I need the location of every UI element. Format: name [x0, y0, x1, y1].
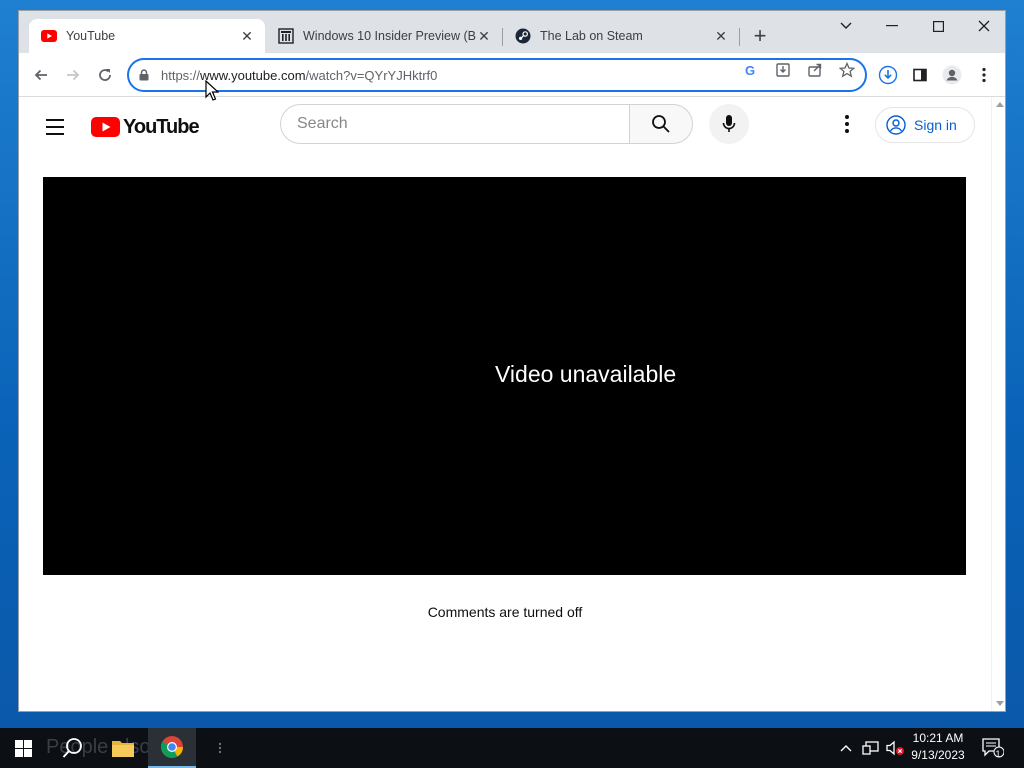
youtube-logo-text: YouTube	[123, 115, 200, 138]
comments-status: Comments are turned off	[427, 604, 583, 620]
notification-count: 1	[995, 749, 1001, 759]
close-window-button[interactable]	[961, 11, 1005, 41]
bookmark-star-icon[interactable]	[837, 60, 857, 80]
browser-toolbar: https://www.youtube.com/watch?v=QYrYJHkt…	[19, 53, 1005, 97]
archive-icon	[278, 28, 294, 44]
maximize-icon	[932, 20, 944, 32]
tab-separator	[739, 28, 740, 46]
tab-windows-insider[interactable]: Windows 10 Insider Preview (Bui ✕	[266, 19, 502, 53]
youtube-logo[interactable]: YouTube	[91, 115, 200, 139]
youtube-icon	[41, 28, 57, 44]
tab-steam[interactable]: The Lab on Steam ✕	[503, 19, 739, 53]
chrome-icon	[161, 736, 183, 758]
start-button[interactable]	[0, 728, 46, 768]
scroll-down-icon	[996, 701, 1004, 706]
close-tab-icon[interactable]: ✕	[476, 28, 492, 44]
scroll-up-icon	[996, 102, 1004, 107]
new-tab-button[interactable]: +	[749, 23, 771, 48]
video-player[interactable]: Video unavailable	[43, 177, 966, 575]
microphone-icon	[722, 115, 736, 132]
browser-menu-icon[interactable]	[973, 64, 995, 86]
taskbar-chrome[interactable]	[148, 728, 196, 768]
folder-icon	[112, 741, 134, 757]
sign-in-label: Sign in	[914, 117, 957, 133]
show-hidden-icons-button[interactable]	[836, 728, 856, 768]
taskbar-overflow-icon[interactable]	[210, 728, 230, 768]
share-icon[interactable]	[805, 60, 825, 80]
close-tab-icon[interactable]: ✕	[713, 28, 729, 44]
youtube-page: YouTube Search Sign in Video unavailable…	[19, 97, 991, 711]
lock-icon[interactable]	[139, 69, 153, 81]
minimize-button[interactable]	[869, 11, 915, 41]
taskbar-file-explorer[interactable]	[99, 728, 147, 768]
profile-avatar-icon[interactable]	[941, 64, 963, 86]
clock-time: 10:21 AM	[912, 731, 964, 745]
account-icon	[886, 115, 906, 135]
downloads-icon[interactable]	[877, 64, 899, 86]
reload-icon	[99, 69, 111, 81]
forward-button[interactable]	[59, 61, 87, 89]
windows-logo-icon	[14, 739, 32, 757]
install-app-icon[interactable]	[773, 60, 793, 80]
tab-search-button[interactable]	[823, 11, 869, 41]
settings-more-button[interactable]	[835, 112, 859, 136]
tab-title: Windows 10 Insider Preview (Bui	[303, 29, 476, 43]
close-icon	[978, 20, 990, 32]
chevron-up-icon	[840, 745, 852, 752]
video-unavailable-message: Video unavailable	[495, 361, 677, 387]
maximize-button[interactable]	[915, 11, 961, 41]
search-placeholder: Search	[297, 115, 348, 132]
minimize-icon	[886, 25, 898, 27]
tab-title: YouTube	[66, 29, 116, 43]
network-icon[interactable]	[860, 728, 882, 768]
forward-arrow-icon	[67, 69, 80, 81]
tab-strip: YouTube ✕ Windows 10 Insider Preview (Bu…	[19, 11, 1005, 53]
page-scrollbar[interactable]	[991, 97, 1005, 711]
system-clock[interactable]: 10:21 AM 9/13/2023	[904, 730, 972, 766]
back-button[interactable]	[27, 61, 55, 89]
mouse-cursor-icon	[205, 80, 219, 101]
tab-title: The Lab on Steam	[540, 29, 643, 43]
side-panel-icon[interactable]	[909, 64, 931, 86]
search-icon	[652, 115, 670, 133]
google-lens-icon[interactable]: G	[741, 60, 761, 80]
close-tab-icon[interactable]: ✕	[239, 28, 255, 44]
browser-window: YouTube ✕ Windows 10 Insider Preview (Bu…	[18, 10, 1006, 712]
volume-muted-icon[interactable]	[884, 728, 906, 768]
steam-icon	[515, 28, 531, 44]
svg-text:G: G	[745, 63, 755, 77]
search-input[interactable]: Search	[280, 104, 630, 144]
back-arrow-icon	[34, 69, 47, 81]
tab-youtube[interactable]: YouTube ✕	[29, 19, 265, 53]
reload-button[interactable]	[91, 61, 119, 89]
guide-menu-button[interactable]	[43, 115, 67, 139]
url-text[interactable]: https://www.youtube.com/watch?v=QYrYJHkt…	[161, 68, 437, 83]
search-button[interactable]	[629, 104, 693, 144]
youtube-logo-icon	[91, 117, 120, 137]
chevron-down-icon	[840, 22, 852, 29]
clock-date: 9/13/2023	[911, 748, 965, 762]
sign-in-button[interactable]: Sign in	[875, 107, 975, 143]
search-icon	[62, 738, 82, 758]
windows-taskbar: People also s 10:21 AM 9/13/2023 1	[0, 728, 1024, 768]
action-center-button[interactable]: 1	[978, 728, 1008, 768]
voice-search-button[interactable]	[709, 104, 749, 144]
